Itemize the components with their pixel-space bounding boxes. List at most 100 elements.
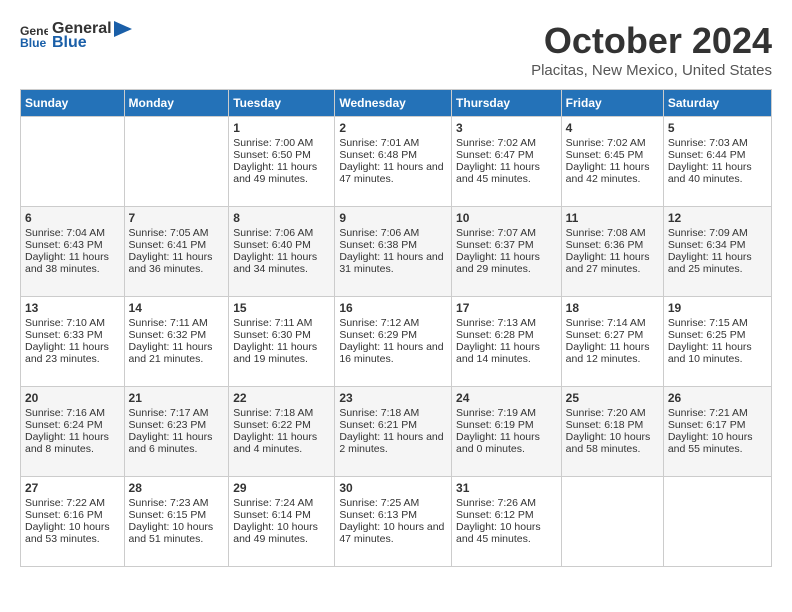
daylight-text: Daylight: 11 hours and 29 minutes. (456, 251, 557, 275)
sunset-text: Sunset: 6:14 PM (233, 509, 330, 521)
day-number: 6 (25, 211, 120, 225)
daylight-text: Daylight: 11 hours and 12 minutes. (566, 341, 659, 365)
day-number: 19 (668, 301, 767, 315)
sunset-text: Sunset: 6:37 PM (456, 239, 557, 251)
day-number: 24 (456, 391, 557, 405)
logo-icon: General Blue (20, 22, 48, 50)
calendar-table: SundayMondayTuesdayWednesdayThursdayFrid… (20, 89, 772, 567)
daylight-text: Daylight: 11 hours and 10 minutes. (668, 341, 767, 365)
weekday-header: Saturday (663, 90, 771, 117)
calendar-cell: 3Sunrise: 7:02 AMSunset: 6:47 PMDaylight… (452, 117, 562, 207)
sunrise-text: Sunrise: 7:14 AM (566, 317, 659, 329)
calendar-week-row: 13Sunrise: 7:10 AMSunset: 6:33 PMDayligh… (21, 297, 772, 387)
sunrise-text: Sunrise: 7:12 AM (339, 317, 447, 329)
calendar-cell: 21Sunrise: 7:17 AMSunset: 6:23 PMDayligh… (124, 387, 229, 477)
calendar-cell: 6Sunrise: 7:04 AMSunset: 6:43 PMDaylight… (21, 207, 125, 297)
sunset-text: Sunset: 6:23 PM (129, 419, 225, 431)
day-number: 9 (339, 211, 447, 225)
day-number: 23 (339, 391, 447, 405)
weekday-header: Tuesday (229, 90, 335, 117)
daylight-text: Daylight: 10 hours and 45 minutes. (456, 521, 557, 545)
calendar-week-row: 1Sunrise: 7:00 AMSunset: 6:50 PMDaylight… (21, 117, 772, 207)
day-number: 27 (25, 481, 120, 495)
sunrise-text: Sunrise: 7:11 AM (233, 317, 330, 329)
sunset-text: Sunset: 6:47 PM (456, 149, 557, 161)
weekday-header: Sunday (21, 90, 125, 117)
sunset-text: Sunset: 6:38 PM (339, 239, 447, 251)
sunset-text: Sunset: 6:15 PM (129, 509, 225, 521)
sunset-text: Sunset: 6:48 PM (339, 149, 447, 161)
title-block: October 2024 Placitas, New Mexico, Unite… (531, 20, 772, 79)
day-number: 30 (339, 481, 447, 495)
sunset-text: Sunset: 6:13 PM (339, 509, 447, 521)
sunset-text: Sunset: 6:22 PM (233, 419, 330, 431)
calendar-cell: 26Sunrise: 7:21 AMSunset: 6:17 PMDayligh… (663, 387, 771, 477)
day-number: 2 (339, 121, 447, 135)
sunset-text: Sunset: 6:44 PM (668, 149, 767, 161)
day-number: 4 (566, 121, 659, 135)
sunset-text: Sunset: 6:50 PM (233, 149, 330, 161)
daylight-text: Daylight: 11 hours and 19 minutes. (233, 341, 330, 365)
sunset-text: Sunset: 6:28 PM (456, 329, 557, 341)
day-number: 16 (339, 301, 447, 315)
day-number: 12 (668, 211, 767, 225)
calendar-cell: 29Sunrise: 7:24 AMSunset: 6:14 PMDayligh… (229, 477, 335, 567)
sunset-text: Sunset: 6:30 PM (233, 329, 330, 341)
calendar-week-row: 27Sunrise: 7:22 AMSunset: 6:16 PMDayligh… (21, 477, 772, 567)
calendar-week-row: 6Sunrise: 7:04 AMSunset: 6:43 PMDaylight… (21, 207, 772, 297)
calendar-cell: 25Sunrise: 7:20 AMSunset: 6:18 PMDayligh… (561, 387, 663, 477)
calendar-week-row: 20Sunrise: 7:16 AMSunset: 6:24 PMDayligh… (21, 387, 772, 477)
daylight-text: Daylight: 11 hours and 45 minutes. (456, 161, 557, 185)
sunset-text: Sunset: 6:33 PM (25, 329, 120, 341)
daylight-text: Daylight: 11 hours and 38 minutes. (25, 251, 120, 275)
daylight-text: Daylight: 11 hours and 36 minutes. (129, 251, 225, 275)
daylight-text: Daylight: 11 hours and 34 minutes. (233, 251, 330, 275)
calendar-cell: 31Sunrise: 7:26 AMSunset: 6:12 PMDayligh… (452, 477, 562, 567)
calendar-cell: 14Sunrise: 7:11 AMSunset: 6:32 PMDayligh… (124, 297, 229, 387)
daylight-text: Daylight: 11 hours and 0 minutes. (456, 431, 557, 455)
sunrise-text: Sunrise: 7:18 AM (339, 407, 447, 419)
sunset-text: Sunset: 6:32 PM (129, 329, 225, 341)
calendar-cell (21, 117, 125, 207)
calendar-cell: 16Sunrise: 7:12 AMSunset: 6:29 PMDayligh… (335, 297, 452, 387)
day-number: 22 (233, 391, 330, 405)
calendar-cell: 8Sunrise: 7:06 AMSunset: 6:40 PMDaylight… (229, 207, 335, 297)
day-number: 18 (566, 301, 659, 315)
daylight-text: Daylight: 10 hours and 55 minutes. (668, 431, 767, 455)
daylight-text: Daylight: 11 hours and 40 minutes. (668, 161, 767, 185)
sunset-text: Sunset: 6:24 PM (25, 419, 120, 431)
sunrise-text: Sunrise: 7:11 AM (129, 317, 225, 329)
sunrise-text: Sunrise: 7:20 AM (566, 407, 659, 419)
daylight-text: Daylight: 10 hours and 47 minutes. (339, 521, 447, 545)
sunrise-text: Sunrise: 7:09 AM (668, 227, 767, 239)
calendar-cell (663, 477, 771, 567)
calendar-cell: 5 Sunrise: 7:03 AMSunset: 6:44 PMDaylight… (663, 117, 771, 207)
sunrise-text: Sunrise: 7:16 AM (25, 407, 120, 419)
day-number: 11 (566, 211, 659, 225)
daylight-text: Daylight: 10 hours and 49 minutes. (233, 521, 330, 545)
day-number: 14 (129, 301, 225, 315)
daylight-text: Daylight: 11 hours and 2 minutes. (339, 431, 447, 455)
day-number: 3 (456, 121, 557, 135)
weekday-header: Monday (124, 90, 229, 117)
weekday-header-row: SundayMondayTuesdayWednesdayThursdayFrid… (21, 90, 772, 117)
sunset-text: Sunset: 6:40 PM (233, 239, 330, 251)
sunrise-text: Sunrise: 7:03 AM (668, 137, 767, 149)
sunset-text: Sunset: 6:19 PM (456, 419, 557, 431)
sunrise-text: Sunrise: 7:01 AM (339, 137, 447, 149)
calendar-cell: 12Sunrise: 7:09 AMSunset: 6:34 PMDayligh… (663, 207, 771, 297)
sunset-text: Sunset: 6:29 PM (339, 329, 447, 341)
day-number: 17 (456, 301, 557, 315)
sunrise-text: Sunrise: 7:06 AM (339, 227, 447, 239)
calendar-cell: 19Sunrise: 7:15 AMSunset: 6:25 PMDayligh… (663, 297, 771, 387)
day-number: 5 (668, 121, 767, 135)
sunrise-text: Sunrise: 7:22 AM (25, 497, 120, 509)
calendar-cell: 24Sunrise: 7:19 AMSunset: 6:19 PMDayligh… (452, 387, 562, 477)
sunrise-text: Sunrise: 7:04 AM (25, 227, 120, 239)
daylight-text: Daylight: 10 hours and 58 minutes. (566, 431, 659, 455)
day-number: 7 (129, 211, 225, 225)
day-number: 29 (233, 481, 330, 495)
daylight-text: Daylight: 11 hours and 49 minutes. (233, 161, 330, 185)
sunrise-text: Sunrise: 7:15 AM (668, 317, 767, 329)
daylight-text: Daylight: 11 hours and 4 minutes. (233, 431, 330, 455)
